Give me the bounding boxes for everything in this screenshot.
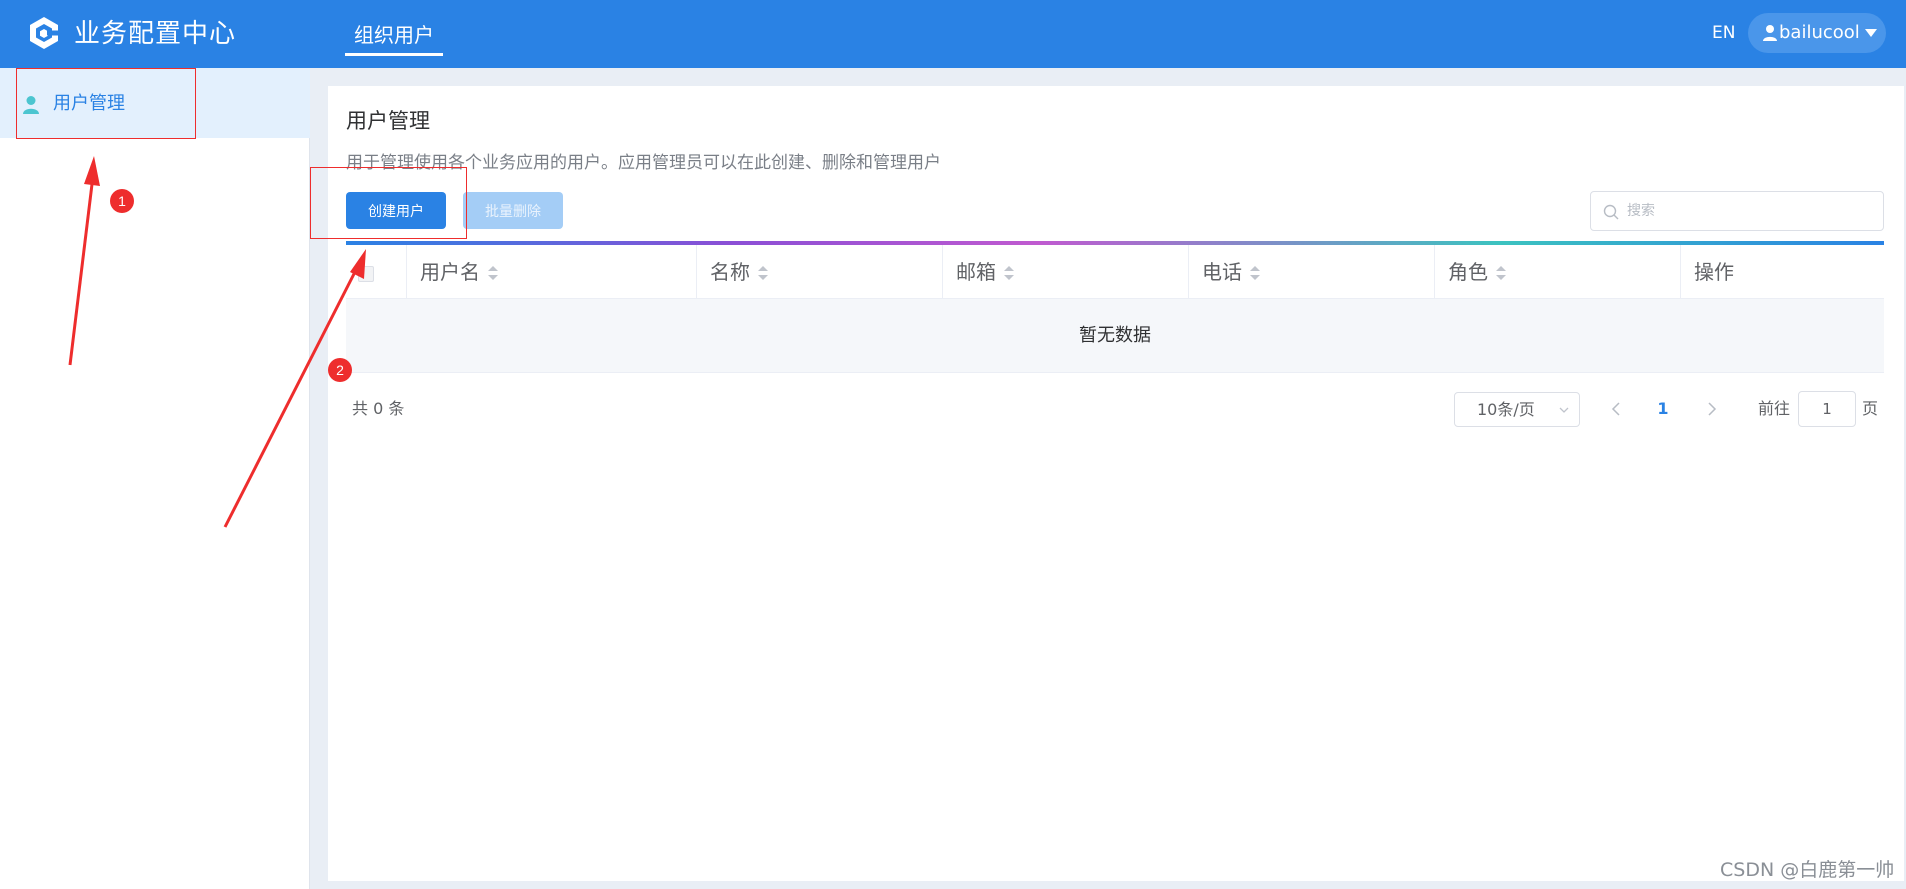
bulk-delete-button[interactable]: 批量删除: [463, 192, 563, 229]
language-switch[interactable]: EN: [1712, 20, 1735, 46]
page-number-current[interactable]: 1: [1656, 398, 1670, 420]
sort-icon[interactable]: [1249, 264, 1261, 282]
annotation-badge-1: 1: [110, 189, 134, 213]
column-header-phone[interactable]: 电话: [1188, 245, 1434, 299]
column-header-username[interactable]: 用户名: [406, 245, 696, 299]
nav-tab-org-users[interactable]: 组织用户: [345, 18, 443, 56]
caret-down-icon: [1865, 29, 1877, 37]
empty-text: 暂无数据: [1079, 325, 1151, 346]
goto-label: 前往: [1758, 399, 1791, 418]
annotation-box-2: [310, 167, 467, 239]
watermark: CSDN @白鹿第一帅: [1720, 859, 1895, 881]
annotation-box-1: [16, 68, 196, 139]
top-header: 业务配置中心 组织用户 EN bailucool: [0, 0, 1906, 68]
goto-suffix: 页: [1862, 399, 1879, 418]
next-page-icon[interactable]: [1706, 401, 1718, 417]
column-header-email[interactable]: 邮箱: [942, 245, 1188, 299]
select-all-checkbox[interactable]: [358, 266, 374, 282]
page-title: 用户管理: [346, 109, 430, 133]
search-icon: [1603, 204, 1619, 220]
logo-icon: [30, 17, 59, 49]
user-table: 用户名 名称 邮箱 电话 角色 操作 暂无数据: [346, 241, 1884, 373]
sort-icon[interactable]: [757, 264, 769, 282]
select-all-cell: [346, 245, 406, 299]
page-size-value: 10条/页: [1477, 400, 1535, 419]
main-panel: 用户管理 用于管理使用各个业务应用的用户。应用管理员可以在此创建、删除和管理用户…: [328, 86, 1904, 881]
page-size-select[interactable]: 10条/页: [1454, 392, 1580, 427]
prev-page-icon[interactable]: [1610, 401, 1622, 417]
user-menu[interactable]: bailucool: [1748, 13, 1886, 53]
chevron-down-icon: [1559, 407, 1569, 413]
table-header: 用户名 名称 邮箱 电话 角色 操作: [346, 245, 1884, 299]
user-icon: [1763, 25, 1777, 41]
goto-page-input[interactable]: [1798, 391, 1856, 427]
pagination-total: 共 0 条: [352, 399, 405, 418]
column-header-actions: 操作: [1680, 245, 1884, 299]
table-empty-row: 暂无数据: [346, 299, 1884, 373]
column-header-role[interactable]: 角色: [1434, 245, 1680, 299]
sort-icon[interactable]: [1003, 264, 1015, 282]
search-input[interactable]: [1627, 198, 1877, 224]
username: bailucool: [1779, 22, 1860, 43]
sort-icon[interactable]: [487, 264, 499, 282]
app-title: 业务配置中心: [74, 19, 237, 49]
search-box[interactable]: [1590, 191, 1884, 231]
column-header-name[interactable]: 名称: [696, 245, 942, 299]
sidebar: 用户管理: [0, 68, 310, 889]
annotation-badge-2: 2: [328, 358, 352, 382]
sort-icon[interactable]: [1495, 264, 1507, 282]
